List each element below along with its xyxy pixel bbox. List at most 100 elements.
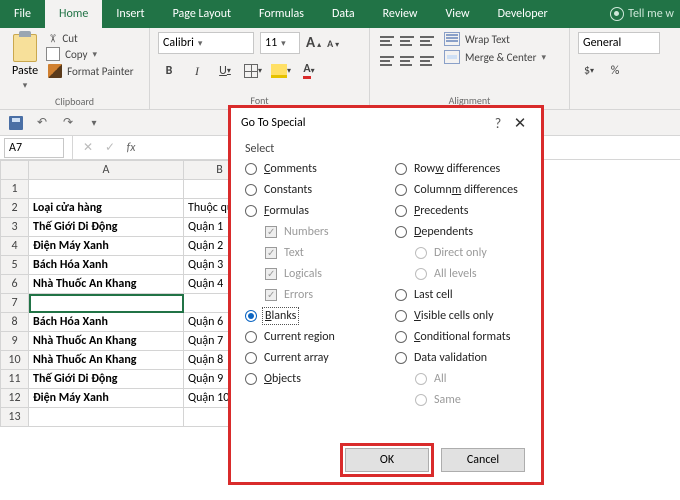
undo-button[interactable]: ↶ — [34, 115, 50, 131]
fill-color-button[interactable]: ▾ — [270, 60, 292, 82]
dialog-title: Go To Special — [241, 116, 487, 130]
cell[interactable] — [29, 408, 184, 427]
cell[interactable]: Thế Giới Di Động — [29, 218, 184, 237]
row-header[interactable]: 9 — [1, 332, 29, 351]
row-header[interactable]: 10 — [1, 351, 29, 370]
row-header[interactable]: 12 — [1, 389, 29, 408]
enter-entry-button[interactable]: ✓ — [99, 137, 121, 159]
radio-visible-cells[interactable]: Visible cells only — [395, 309, 527, 323]
underline-button[interactable]: U▾ — [214, 60, 236, 82]
radio-objects[interactable]: Objects — [245, 372, 377, 386]
row-header[interactable]: 8 — [1, 313, 29, 332]
radio-row-differences[interactable]: Roww differences — [395, 162, 527, 176]
radio-last-cell[interactable]: Last cell — [395, 288, 527, 302]
accounting-format-button[interactable]: $▾ — [578, 60, 600, 82]
insert-function-button[interactable]: fx — [121, 141, 141, 155]
brush-icon — [48, 64, 62, 78]
cell[interactable]: Điện Máy Xanh — [29, 237, 184, 256]
radio-data-validation[interactable]: Data validation — [395, 351, 527, 365]
tell-me-label: Tell me w — [628, 7, 674, 21]
close-button[interactable]: ✕ — [509, 114, 531, 133]
row-header[interactable]: 7 — [1, 294, 29, 313]
cell[interactable]: Bách Hóa Xanh — [29, 313, 184, 332]
tab-developer[interactable]: Developer — [484, 0, 562, 28]
decrease-font-button[interactable]: A▾ — [327, 37, 339, 50]
cancel-button[interactable]: Cancel — [441, 448, 525, 472]
col-header-a[interactable]: A — [29, 161, 184, 180]
increase-font-button[interactable]: A▴ — [306, 34, 321, 52]
cell[interactable]: Nhà Thuốc An Khang — [29, 351, 184, 370]
row-header[interactable]: 1 — [1, 180, 29, 199]
merge-icon — [444, 50, 460, 64]
merge-center-button[interactable]: Merge & Center▾ — [444, 50, 546, 64]
save-button[interactable] — [8, 115, 24, 131]
radio-same: Same — [415, 393, 527, 407]
row-header[interactable]: 3 — [1, 218, 29, 237]
tab-formulas[interactable]: Formulas — [245, 0, 318, 28]
row-header[interactable]: 11 — [1, 370, 29, 389]
tab-page-layout[interactable]: Page Layout — [159, 0, 245, 28]
radio-conditional-formats[interactable]: Conditional formats — [395, 330, 527, 344]
cell[interactable]: Loại cửa hàng — [29, 199, 184, 218]
cell[interactable]: Nhà Thuốc An Khang — [29, 332, 184, 351]
row-header[interactable]: 13 — [1, 408, 29, 427]
radio-current-region[interactable]: Current region — [245, 330, 377, 344]
cell[interactable] — [29, 180, 184, 199]
select-all-corner[interactable] — [1, 161, 29, 180]
tab-review[interactable]: Review — [369, 0, 432, 28]
cell[interactable]: Nhà Thuốc An Khang — [29, 275, 184, 294]
wrap-text-button[interactable]: Wrap Text — [444, 32, 546, 46]
name-box[interactable] — [4, 138, 64, 158]
font-size-combo[interactable]: 11▾ — [260, 32, 300, 54]
row-header[interactable]: 4 — [1, 237, 29, 256]
radio-direct-only: Direct only — [415, 246, 527, 260]
border-icon — [244, 64, 258, 78]
radio-dependents[interactable]: Dependents — [395, 225, 527, 239]
check-text: Text — [265, 246, 377, 260]
radio-comments[interactable]: Comments — [245, 162, 377, 176]
radio-blanks[interactable]: Blanks — [245, 309, 377, 323]
tab-file[interactable]: File — [0, 0, 45, 28]
help-button[interactable]: ? — [487, 115, 509, 132]
copy-button[interactable]: Copy▾ — [48, 48, 133, 61]
cancel-entry-button[interactable]: ✕ — [77, 137, 99, 159]
font-name-combo[interactable]: Calibri▾ — [158, 32, 254, 54]
borders-button[interactable]: ▾ — [242, 60, 264, 82]
paste-icon — [13, 34, 37, 62]
save-icon — [9, 116, 23, 130]
percent-button[interactable]: % — [604, 60, 626, 82]
ok-button[interactable]: OK — [345, 448, 429, 472]
cell[interactable]: Thế Giới Di Động — [29, 370, 184, 389]
row-header[interactable]: 5 — [1, 256, 29, 275]
paste-button[interactable]: Paste ▾ — [8, 32, 42, 93]
italic-button[interactable]: I — [186, 60, 208, 82]
row-header[interactable]: 2 — [1, 199, 29, 218]
cell[interactable] — [29, 294, 184, 313]
format-painter-button[interactable]: Format Painter — [48, 64, 133, 78]
group-clipboard: Paste ▾ ✂Cut Copy▾ Format Painter Clipbo… — [0, 28, 150, 109]
radio-all-levels: All levels — [415, 267, 527, 281]
alignment-buttons[interactable] — [378, 32, 436, 70]
tab-insert[interactable]: Insert — [102, 0, 158, 28]
cut-button[interactable]: ✂Cut — [48, 32, 133, 45]
select-label: Select — [245, 142, 527, 156]
row-header[interactable]: 6 — [1, 275, 29, 294]
number-format-combo[interactable]: General — [578, 32, 660, 54]
tab-home[interactable]: Home — [45, 0, 102, 28]
font-color-button[interactable]: A▾ — [298, 60, 320, 82]
group-label-clipboard: Clipboard — [8, 93, 141, 108]
cell[interactable]: Bách Hóa Xanh — [29, 256, 184, 275]
group-font: Calibri▾ 11▾ A▴ A▾ B I U▾ ▾ ▾ A▾ Font — [150, 28, 370, 109]
radio-precedents[interactable]: Precedents — [395, 204, 527, 218]
tab-data[interactable]: Data — [318, 0, 369, 28]
qat-more[interactable]: ▾ — [86, 115, 102, 131]
redo-button[interactable]: ↷ — [60, 115, 76, 131]
tab-view[interactable]: View — [432, 0, 484, 28]
radio-constants[interactable]: Constants — [245, 183, 377, 197]
radio-column-differences[interactable]: Columnm differences — [395, 183, 527, 197]
radio-formulas[interactable]: Formulas — [245, 204, 377, 218]
cell[interactable]: Điện Máy Xanh — [29, 389, 184, 408]
tell-me[interactable]: Tell me w — [610, 0, 680, 28]
bold-button[interactable]: B — [158, 60, 180, 82]
radio-current-array[interactable]: Current array — [245, 351, 377, 365]
